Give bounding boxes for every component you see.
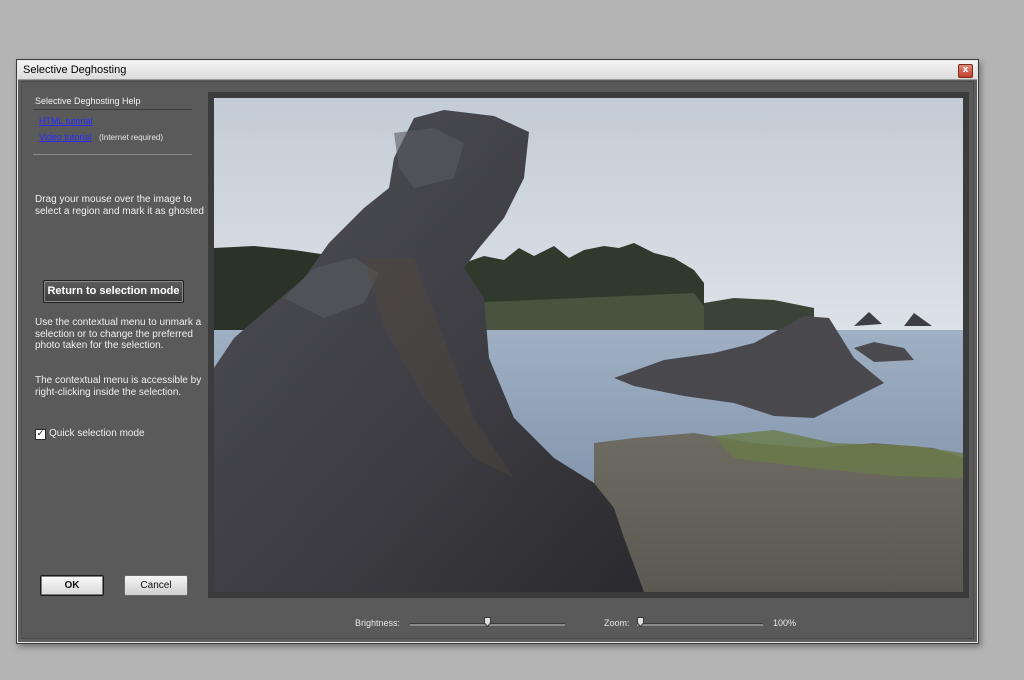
title-bar[interactable]: Selective Deghosting x — [18, 61, 977, 80]
dialog-client-area: Selective Deghosting Help HTML tutorial … — [21, 81, 974, 639]
zoom-label: Zoom: — [604, 618, 630, 628]
zoom-slider[interactable] — [637, 617, 763, 627]
image-preview-frame — [208, 92, 969, 598]
close-icon: x — [962, 65, 969, 75]
brightness-slider[interactable] — [410, 617, 565, 627]
html-tutorial-link[interactable]: HTML tutorial — [39, 116, 93, 126]
left-panel: Selective Deghosting Help HTML tutorial … — [22, 82, 208, 638]
slider-thumb-icon[interactable] — [484, 617, 491, 627]
ok-button[interactable]: OK — [40, 575, 104, 596]
slider-thumb-icon[interactable] — [637, 617, 644, 627]
quick-selection-label: Quick selection mode — [49, 428, 145, 439]
bottom-controls: Brightness: Zoom: 100% — [208, 608, 969, 638]
cancel-button[interactable]: Cancel — [124, 575, 188, 596]
checkmark-icon: ✓ — [36, 429, 45, 439]
quick-selection-checkbox[interactable]: ✓ — [35, 429, 46, 440]
help-title: Selective Deghosting Help — [35, 96, 141, 106]
window-title: Selective Deghosting — [23, 64, 127, 76]
contextual-menu-instructions: Use the contextual menu to unmark a sele… — [35, 317, 202, 351]
brightness-label: Brightness: — [355, 618, 401, 628]
photo-preview[interactable] — [214, 98, 963, 592]
deghosting-dialog: Selective Deghosting x Selective Deghost… — [16, 59, 979, 644]
internet-required-note: (Internet required) — [99, 133, 164, 142]
right-click-instructions: The contextual menu is accessible by rig… — [35, 375, 202, 398]
video-tutorial-link[interactable]: Video tutorial — [39, 132, 91, 142]
return-to-selection-mode-button[interactable]: Return to selection mode — [43, 280, 184, 303]
close-button[interactable]: x — [958, 64, 973, 78]
drag-instructions: Drag your mouse over the image to select… — [35, 194, 204, 217]
help-box: HTML tutorial Video tutorial (Internet r… — [33, 109, 192, 155]
zoom-value: 100% — [773, 618, 797, 628]
